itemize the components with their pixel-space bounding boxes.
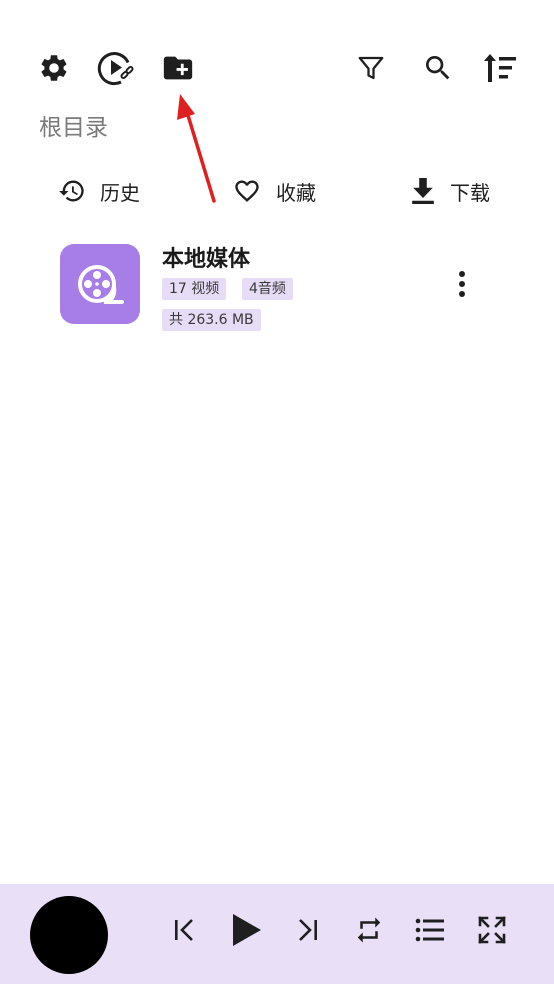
more-options-button[interactable]	[446, 268, 478, 300]
settings-button[interactable]	[36, 50, 72, 86]
breadcrumb[interactable]: 根目录	[39, 108, 108, 142]
repeat-icon	[357, 917, 381, 943]
history-icon	[59, 180, 84, 202]
media-title: 本地媒体	[162, 247, 251, 272]
downloads-button[interactable]: 下载	[410, 172, 490, 210]
local-media-item[interactable]: 本地媒体 17 视频 4音频 共 263.6 MB	[60, 240, 500, 336]
search-icon	[426, 56, 450, 80]
annotation-arrow	[177, 94, 216, 203]
downloads-label: 下载	[450, 180, 490, 205]
sort-button[interactable]	[481, 50, 519, 86]
filter-button[interactable]	[353, 50, 389, 86]
play-icon	[233, 914, 261, 946]
album-art[interactable]	[30, 896, 108, 974]
favorites-button[interactable]: 收藏	[232, 172, 316, 210]
mini-player	[0, 884, 554, 984]
video-count-badge: 17 视频	[162, 278, 227, 300]
fullscreen-icon	[478, 916, 506, 944]
search-button[interactable]	[420, 50, 456, 86]
next-icon	[299, 919, 317, 941]
previous-icon	[175, 919, 193, 941]
audio-count-badge: 4音频	[242, 278, 293, 300]
play-link-icon	[97, 52, 134, 86]
download-icon	[412, 178, 434, 204]
repeat-button[interactable]	[351, 912, 387, 948]
history-button[interactable]: 历史	[58, 172, 140, 210]
sort-icon	[484, 54, 516, 82]
playlist-icon	[415, 918, 444, 942]
next-button[interactable]	[290, 912, 326, 948]
playlist-button[interactable]	[412, 912, 448, 948]
play-button[interactable]	[228, 912, 264, 948]
total-size-badge: 共 263.6 MB	[162, 309, 261, 331]
history-label: 历史	[100, 180, 140, 205]
more-vert-icon	[459, 271, 465, 297]
favorites-label: 收藏	[276, 180, 316, 205]
previous-button[interactable]	[166, 912, 202, 948]
heart-icon	[235, 180, 259, 202]
add-folder-button[interactable]	[160, 50, 196, 86]
film-reel-icon	[78, 265, 124, 304]
play-link-button[interactable]	[96, 48, 136, 88]
fullscreen-button[interactable]	[474, 912, 510, 948]
settings-icon	[41, 55, 67, 81]
media-library-thumbnail	[60, 244, 140, 324]
folder-add-icon	[163, 56, 193, 80]
filter-icon	[358, 56, 384, 80]
